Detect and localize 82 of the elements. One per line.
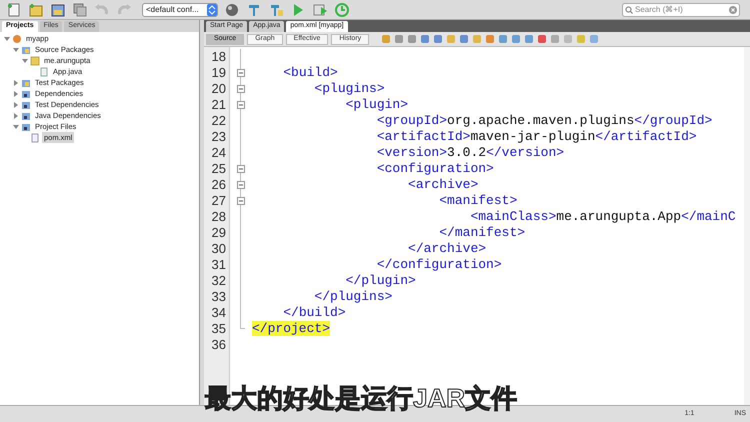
code-line: </manifest> <box>438 225 526 240</box>
toolbar-tool-icon[interactable] <box>472 34 482 44</box>
line-number: 24 <box>210 145 227 161</box>
toolbar-tool-icon[interactable] <box>576 34 586 44</box>
collapsed-arrow-icon[interactable] <box>13 102 19 108</box>
subtitle: 最大的好处是运行JAR文件 <box>205 382 518 414</box>
line-number: 20 <box>210 81 227 97</box>
toolbar-tool-icon[interactable] <box>563 34 574 44</box>
expanded-arrow-icon[interactable] <box>22 58 28 64</box>
toolbar-tool-icon[interactable] <box>459 34 470 44</box>
redo-icon[interactable] <box>116 2 132 18</box>
line-number: 29 <box>210 225 227 241</box>
code-line: <artifactId>maven-jar-plugin</artifactId> <box>376 129 697 144</box>
code-line: <manifest> <box>438 193 518 208</box>
line-number: 22 <box>210 113 227 129</box>
fold-minus-icon[interactable] <box>236 69 244 77</box>
toolbar-tool-icon[interactable] <box>511 34 522 44</box>
expanded-arrow-icon[interactable] <box>13 46 19 52</box>
clear-icon <box>729 6 737 14</box>
dropdown-arrows-icon <box>207 4 217 16</box>
package-folder-icon <box>21 78 31 88</box>
toolbar-tool-icon[interactable] <box>407 34 418 44</box>
code-line: <archive> <box>407 177 478 192</box>
code-line: <plugins> <box>313 81 385 96</box>
collapsed-arrow-icon[interactable] <box>13 80 19 86</box>
fold-minus-icon[interactable] <box>236 181 244 189</box>
toolbar-tool-icon[interactable] <box>589 34 600 44</box>
code-line: </plugin> <box>344 273 416 288</box>
xml-file-icon <box>30 132 40 142</box>
line-number: 21 <box>210 97 227 113</box>
toolbar-tool-icon[interactable] <box>446 34 456 44</box>
code-line: </build> <box>282 305 346 320</box>
line-number: 23 <box>210 129 227 145</box>
line-number: 26 <box>210 177 227 193</box>
line-number: 27 <box>210 193 227 209</box>
toolbar-tool-icon[interactable] <box>381 34 392 44</box>
fold-minus-icon[interactable] <box>236 197 244 205</box>
toolbar-tool-icon[interactable] <box>485 34 496 44</box>
search-field[interactable]: Search (⌘+I) <box>622 2 740 16</box>
java-file-icon <box>39 66 49 76</box>
package-folder-icon <box>21 44 31 54</box>
package-icon <box>30 56 40 66</box>
search-icon <box>625 6 633 14</box>
line-number: 30 <box>210 241 227 257</box>
fold-minus-icon[interactable] <box>236 101 244 109</box>
toolbar-tool-icon[interactable] <box>433 34 444 44</box>
line-number: 36 <box>210 337 227 353</box>
undo-icon[interactable] <box>94 2 110 18</box>
line-number: 28 <box>210 209 227 225</box>
code-line: <groupId>org.apache.maven.plugins</groupId> <box>376 113 712 128</box>
toolbar-tool-icon[interactable] <box>420 34 430 44</box>
config-dropdown[interactable]: <default conf... <box>142 2 218 16</box>
code-line: <plugin> <box>344 97 408 112</box>
line-number: 19 <box>210 65 227 81</box>
code-line: </archive> <box>407 241 486 256</box>
fold-minus-icon[interactable] <box>236 165 244 173</box>
code-line: </configuration> <box>376 257 502 272</box>
expanded-arrow-icon[interactable] <box>4 36 10 42</box>
new-project-icon[interactable] <box>28 2 44 18</box>
line-number: 34 <box>210 305 227 321</box>
toolbar-tool-icon[interactable] <box>524 34 534 44</box>
fold-minus-icon[interactable] <box>236 85 244 93</box>
line-number: 33 <box>210 289 227 305</box>
collapsed-arrow-icon[interactable] <box>13 90 19 96</box>
expanded-arrow-icon[interactable] <box>13 124 19 130</box>
project-icon <box>12 34 22 44</box>
line-number: 32 <box>210 273 227 289</box>
code-line: <mainClass>me.arungupta.App</mainC <box>469 209 736 224</box>
code-line: <version>3.0.2</version> <box>376 145 564 160</box>
line-number: 18 <box>210 49 227 65</box>
line-number: 35 <box>210 321 227 337</box>
line-number: 25 <box>210 161 227 177</box>
collapsed-arrow-icon[interactable] <box>13 112 19 118</box>
code-line: </plugins> <box>313 289 392 304</box>
code-line: <build> <box>282 65 338 80</box>
code-line: <configuration> <box>376 161 494 176</box>
toolbar-tool-icon[interactable] <box>394 34 404 44</box>
toolbar-tool-icon[interactable] <box>498 34 508 44</box>
toolbar-tool-icon[interactable] <box>537 34 548 44</box>
toolbar-tool-icon[interactable] <box>550 34 560 44</box>
line-number: 31 <box>210 257 227 273</box>
new-file-icon[interactable] <box>6 2 22 18</box>
